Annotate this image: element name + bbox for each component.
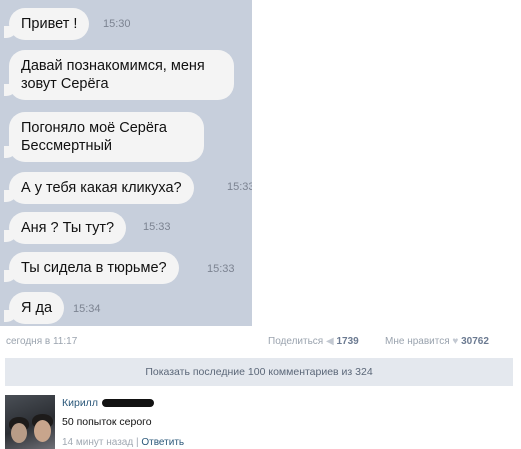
message-bubble: Я да	[9, 292, 65, 324]
message-bubble: Аня ? Ты тут?	[9, 212, 127, 244]
share-count: 1739	[336, 336, 359, 347]
message-time: 15:34	[73, 303, 101, 315]
redacted-surname	[101, 399, 154, 408]
megaphone-icon: ◀	[326, 336, 334, 347]
like-count: 30762	[461, 336, 489, 347]
message-bubble: Привет !	[9, 8, 90, 40]
heart-icon: ♥	[452, 336, 459, 347]
show-comments-button[interactable]: Показать последние 100 комментариев из 3…	[5, 358, 513, 386]
message-time: 15:33	[227, 181, 252, 193]
post-date[interactable]: сегодня в 11:17	[6, 336, 77, 347]
chat-screenshot: Привет ! 15:30 Давай познакомимся, меня …	[0, 0, 252, 326]
avatar-face-left	[11, 423, 27, 443]
comment-meta: 14 минут назад | Ответить	[62, 437, 184, 448]
avatar[interactable]	[5, 395, 55, 449]
message-bubble: Погоняло моё Серёга Бессмертный	[9, 112, 204, 162]
comment-author-name: Кирилл	[62, 397, 98, 409]
share-button[interactable]: Поделиться ◀ 1739	[268, 336, 359, 347]
comment-author[interactable]: Кирилл	[62, 397, 154, 409]
avatar-face-right	[34, 420, 51, 442]
reply-link[interactable]: Ответить	[141, 437, 184, 448]
share-label: Поделиться	[268, 336, 324, 347]
comment-time[interactable]: 14 минут назад	[62, 437, 133, 448]
message-bubble: Давай познакомимся, меня зовут Серёга	[9, 50, 234, 100]
comment-text: 50 попыток серого	[62, 416, 152, 428]
message-bubble: Ты сидела в тюрьме?	[9, 252, 179, 284]
message-time: 15:30	[103, 18, 131, 30]
message-time: 15:33	[143, 221, 171, 233]
message-time: 15:33	[207, 263, 235, 275]
message-bubble: А у тебя какая кликуха?	[9, 172, 194, 204]
like-button[interactable]: Мне нравится ♥ 30762	[385, 336, 489, 347]
like-label: Мне нравится	[385, 336, 450, 347]
